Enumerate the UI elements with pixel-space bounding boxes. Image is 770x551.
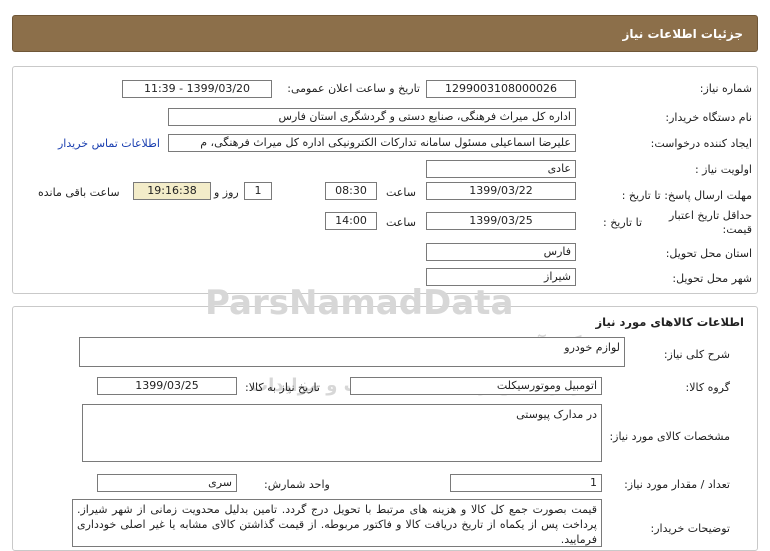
need-date-label: تاریخ نیاز به کالا: <box>245 381 320 394</box>
announce-datetime-field: 1399/03/20 - 11:39 <box>122 80 272 98</box>
goods-group-label: گروه کالا: <box>685 381 730 394</box>
price-validity-label-2: قیمت: <box>722 223 752 236</box>
priority-field: عادی <box>426 160 576 178</box>
days-label: روز و <box>214 186 239 199</box>
page-header: جزئیات اطلاعات نیاز <box>12 15 758 52</box>
general-desc-field: لوازم خودرو <box>79 337 625 367</box>
unit-field: سری <box>97 474 237 492</box>
need-details-panel <box>12 66 758 294</box>
price-validity-date-field: 1399/03/25 <box>426 212 576 230</box>
announce-datetime-label: تاریخ و ساعت اعلان عمومی: <box>287 82 420 95</box>
priority-label: اولویت نیاز : <box>694 163 752 176</box>
quantity-label: تعداد / مقدار مورد نیاز: <box>624 478 730 491</box>
buyer-org-label: نام دستگاه خریدار: <box>665 111 752 124</box>
general-desc-label: شرح کلی نیاز: <box>663 348 730 361</box>
response-time-field: 08:30 <box>325 182 377 200</box>
delivery-province-label: استان محل تحویل: <box>665 247 752 260</box>
need-date-field: 1399/03/25 <box>97 377 237 395</box>
remaining-label: ساعت باقی مانده <box>38 186 120 199</box>
buyer-notes-label: توضیحات خریدار: <box>650 522 731 535</box>
unit-label: واحد شمارش: <box>264 478 330 491</box>
specs-label: مشخصات کالای مورد نیاز: <box>609 430 730 443</box>
delivery-city-label: شهر محل تحویل: <box>672 272 752 285</box>
response-deadline-label: مهلت ارسال پاسخ: تا تاریخ : <box>621 189 752 202</box>
price-validity-until-label: تا تاریخ : <box>603 216 642 229</box>
price-validity-label-1: حداقل تاریخ اعتبار <box>668 209 752 222</box>
quantity-field: 1 <box>450 474 602 492</box>
goods-section-title: اطلاعات کالاهای مورد نیاز <box>595 315 744 329</box>
buyer-notes-field: قیمت بصورت جمع کل کالا و هزینه های مرتبط… <box>72 499 602 547</box>
price-validity-time-label: ساعت <box>386 216 416 229</box>
remaining-time-field: 19:16:38 <box>133 182 211 200</box>
requester-label: ایجاد کننده درخواست: <box>650 137 752 150</box>
delivery-city-field: شیراز <box>426 268 576 286</box>
requester-field: علیرضا اسماعیلی مسئول سامانه تدارکات الک… <box>168 134 576 152</box>
price-validity-time-field: 14:00 <box>325 212 377 230</box>
response-time-label: ساعت <box>386 186 416 199</box>
response-date-field: 1399/03/22 <box>426 182 576 200</box>
buyer-org-field: اداره کل میراث فرهنگی، صنایع دستی و گردش… <box>168 108 576 126</box>
remaining-days-field: 1 <box>244 182 272 200</box>
delivery-province-field: فارس <box>426 243 576 261</box>
need-number-field: 1299003108000026 <box>426 80 576 98</box>
need-number-label: شماره نیاز: <box>699 82 752 95</box>
specs-field: در مدارک پیوستی <box>82 404 602 462</box>
page-title: جزئیات اطلاعات نیاز <box>622 27 743 41</box>
buyer-contact-link[interactable]: اطلاعات تماس خریدار <box>58 137 160 150</box>
goods-group-field: اتومبیل وموتورسیکلت <box>350 377 602 395</box>
